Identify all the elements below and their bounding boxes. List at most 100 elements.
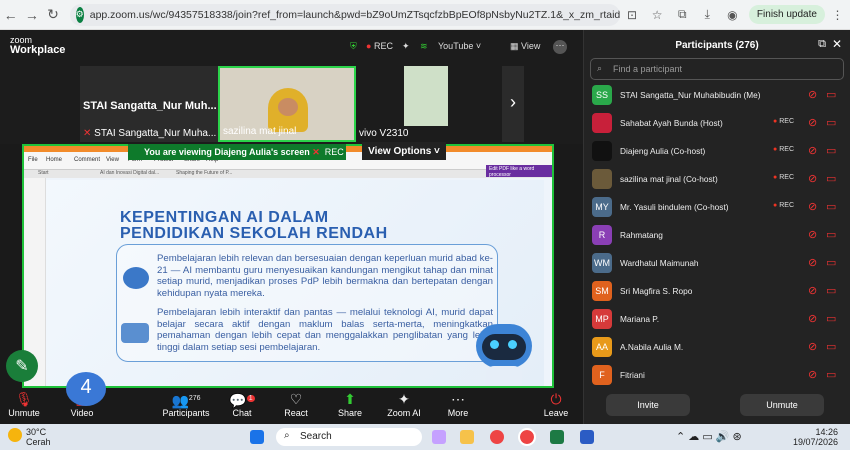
video-tile-me[interactable]: STAI Sangatta_Nur Muh... ✕ STAI Sangatta… [80, 66, 218, 142]
mic-muted-icon[interactable]: ⊘ [808, 228, 817, 241]
mic-muted-icon[interactable]: ⊘ [808, 312, 817, 325]
participant-name: Sahabat Ayah Bunda (Host) [620, 118, 723, 128]
forward-icon[interactable]: → [21, 7, 42, 23]
react-button[interactable]: ♡ React [268, 390, 324, 418]
windows-start-icon[interactable] [250, 430, 264, 444]
more-icon[interactable]: ⋯ [553, 40, 567, 54]
mic-muted-icon[interactable]: ⊘ [808, 172, 817, 185]
view-button[interactable]: ▦ View [510, 41, 540, 52]
video-strip: STAI Sangatta_Nur Muh... ✕ STAI Sangatta… [0, 64, 583, 144]
camera-off-icon[interactable]: ▭ [826, 256, 836, 269]
mic-muted-icon[interactable]: ⊘ [808, 368, 817, 381]
zoom-ai-button[interactable]: ✦ Zoom AI [376, 390, 432, 418]
rec-indicator[interactable]: ● REC [366, 41, 393, 51]
mic-muted-icon[interactable]: ⊘ [808, 200, 817, 213]
copilot-icon[interactable] [432, 430, 446, 444]
view-options-button[interactable]: View Options ˅ [362, 142, 446, 160]
participant-row[interactable]: sazilina mat jinal (Co-host) REC ⊘ ▭ [584, 166, 850, 194]
slide-content-box: Pembelajaran lebih relevan dan bersesuai… [116, 244, 498, 362]
participant-name: Mr. Yasuli bindulem (Co-host) [620, 202, 729, 212]
participant-row[interactable]: R Rahmatang ⊘ ▭ [584, 222, 850, 250]
participant-row[interactable]: MY Mr. Yasuli bindulem (Co-host) REC ⊘ ▭ [584, 194, 850, 222]
profile-icon[interactable]: ◉ [720, 8, 745, 22]
camera-off-icon[interactable]: ▭ [826, 172, 836, 185]
participant-name: A.Nabila Aulia M. [620, 342, 684, 352]
chat-icon: 💬 1 [229, 392, 255, 409]
mic-muted-icon[interactable]: ⊘ [808, 284, 817, 297]
excel-icon[interactable] [550, 430, 564, 444]
shield-icon[interactable]: ⛨ [350, 41, 357, 52]
mic-muted-icon[interactable]: ⊘ [808, 144, 817, 157]
address-bar[interactable]: ⚙ app.zoom.us/wc/94357518338/join?ref_fro… [69, 3, 620, 26]
reload-icon[interactable]: ↻ [42, 6, 63, 23]
unmute-button[interactable]: 🎙 Unmute [0, 390, 52, 418]
weather-widget[interactable]: 30°C Cerah [26, 427, 51, 447]
participant-row[interactable]: SM Sri Magfira S. Ropo ⊘ ▭ [584, 278, 850, 306]
people-icon: 👥276 [171, 392, 201, 409]
clock[interactable]: 14:26 19/07/2026 [790, 427, 838, 447]
rec-badge: REC [773, 202, 794, 209]
camera-off-icon[interactable]: ▭ [826, 116, 836, 129]
camera-off-icon[interactable]: ▭ [826, 340, 836, 353]
more-button[interactable]: ⋯ More [430, 390, 486, 418]
invite-button[interactable]: Invite [606, 394, 690, 416]
back-icon[interactable]: ← [0, 7, 21, 23]
tile-name: vivo V2310 [359, 128, 409, 139]
file-explorer-icon[interactable] [460, 430, 474, 444]
annotate-icon[interactable]: ✎ [6, 350, 38, 382]
youtube-button[interactable]: YouTube ˅ [438, 41, 481, 51]
participants-button[interactable]: 👥276 Participants [158, 390, 214, 418]
participant-row[interactable]: F Fitriani ⊘ ▭ [584, 362, 850, 390]
video-tile-vivo[interactable]: vivo V2310 [356, 66, 502, 142]
participant-row[interactable]: AA A.Nabila Aulia M. ⊘ ▭ [584, 334, 850, 362]
camera-off-icon[interactable]: ▭ [826, 200, 836, 213]
word-icon[interactable] [580, 430, 594, 444]
popout-icon[interactable]: ⧉ [818, 38, 826, 51]
camera-off-icon[interactable]: ▭ [826, 368, 836, 381]
mic-muted-icon[interactable]: ⊘ [808, 88, 817, 101]
translate-icon[interactable]: ⊡ [620, 8, 645, 22]
video-tile-speaker[interactable]: sazilina mat jinal [218, 66, 356, 142]
avatar: F [592, 365, 612, 385]
participant-name: Diajeng Aulia (Co-host) [620, 146, 706, 156]
chrome-icon[interactable] [490, 430, 504, 444]
participant-row[interactable]: Diajeng Aulia (Co-host) REC ⊘ ▭ [584, 138, 850, 166]
site-info-icon[interactable]: ⚙ [75, 6, 84, 23]
menu-icon[interactable]: ⋮ [825, 8, 850, 22]
camera-off-icon[interactable]: ▭ [826, 228, 836, 241]
taskbar-search[interactable]: ⌕ Search [276, 428, 422, 446]
rec-badge: REC [773, 174, 794, 181]
camera-off-icon[interactable]: ▭ [826, 284, 836, 297]
participant-row[interactable]: SS STAI Sangatta_Nur Muhabibudin (Me) ⊘ ▭ [584, 82, 850, 110]
live-icon[interactable]: ≋ [420, 41, 428, 52]
camera-off-icon[interactable]: ▭ [826, 312, 836, 325]
mic-muted-icon[interactable]: ⊘ [808, 116, 817, 129]
star-icon[interactable]: ☆ [645, 8, 670, 22]
next-page-icon[interactable]: › [502, 66, 524, 142]
camera-off-icon[interactable]: ▭ [826, 144, 836, 157]
chat-button[interactable]: 💬 1 Chat [214, 390, 270, 418]
ai-icon[interactable]: ✦ [402, 41, 410, 52]
tray-icons[interactable]: ⌃ ☁ ▭ 🔊 ⊛ [676, 430, 742, 443]
participant-row[interactable]: MP Mariana P. ⊘ ▭ [584, 306, 850, 334]
leave-button[interactable]: ⏻ Leave [528, 390, 584, 418]
weather-icon[interactable] [8, 428, 22, 442]
participant-row[interactable]: Sahabat Ayah Bunda (Host) REC ⊘ ▭ [584, 110, 850, 138]
avatar: SS [592, 85, 612, 105]
participant-name: sazilina mat jinal (Co-host) [620, 174, 718, 184]
chrome-active-icon[interactable] [518, 428, 536, 446]
edit-pdf-banner[interactable]: Edit PDF like a word processor [486, 165, 552, 178]
close-icon[interactable]: ✕ [832, 37, 842, 51]
download-icon[interactable]: ⤓ [695, 7, 720, 22]
mic-muted-icon[interactable]: ⊘ [808, 340, 817, 353]
avatar: MP [592, 309, 612, 329]
extensions-icon[interactable]: ⧉ [670, 7, 695, 22]
unmute-all-button[interactable]: Unmute [740, 394, 824, 416]
mic-muted-icon[interactable]: ⊘ [808, 256, 817, 269]
participant-row[interactable]: WM Wardhatul Maimunah ⊘ ▭ [584, 250, 850, 278]
participant-search[interactable]: ⌕ Find a participant [590, 58, 844, 80]
share-button[interactable]: ⬆ Share [322, 390, 378, 418]
finish-update-button[interactable]: Finish update [748, 5, 825, 24]
leave-icon: ⏻ [550, 391, 562, 407]
camera-off-icon[interactable]: ▭ [826, 88, 836, 101]
